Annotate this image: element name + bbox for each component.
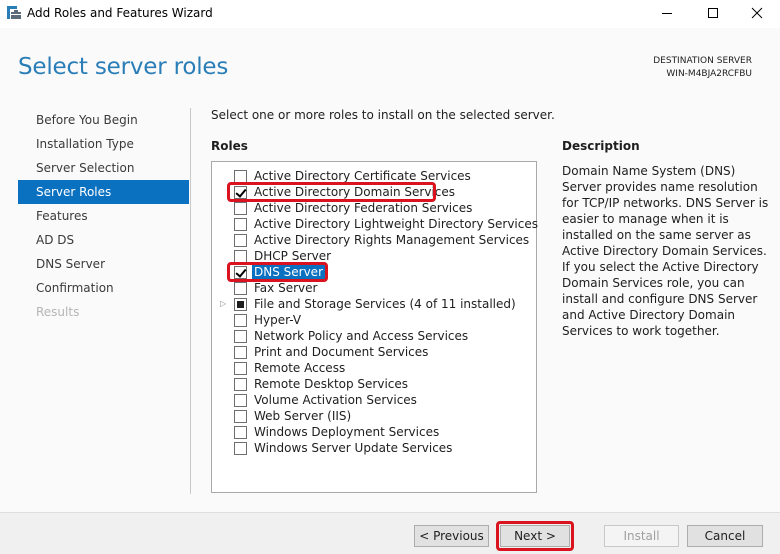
role-label: File and Storage Services (4 of 11 insta… (254, 297, 516, 311)
destination-server-name: WIN-M4BJA2RCFBU (666, 69, 752, 79)
role-item[interactable]: Windows Server Update Services (212, 440, 532, 456)
minimize-icon (661, 7, 673, 22)
role-label: Fax Server (254, 281, 318, 295)
nav-item-confirmation[interactable]: Confirmation (18, 276, 189, 300)
close-icon (751, 7, 763, 22)
close-button[interactable] (734, 0, 780, 28)
nav-divider (190, 108, 191, 494)
nav-item-server-selection[interactable]: Server Selection (18, 156, 189, 180)
roles-list: Active Directory Certificate Services Ac… (211, 161, 538, 493)
destination-server-label: DESTINATION SERVER (653, 56, 752, 66)
role-label: Hyper-V (254, 313, 302, 327)
minimize-button[interactable] (644, 0, 690, 28)
nav-item-installation-type[interactable]: Installation Type (18, 132, 189, 156)
window-title: Add Roles and Features Wizard (27, 6, 213, 20)
role-item[interactable]: Windows Deployment Services (212, 424, 532, 440)
role-label: Active Directory Federation Services (254, 201, 473, 215)
server-manager-icon (6, 5, 22, 21)
checkbox[interactable] (234, 394, 247, 407)
checkbox[interactable] (234, 346, 247, 359)
checkbox[interactable] (234, 426, 247, 439)
role-label: Web Server (IIS) (254, 409, 352, 423)
role-item[interactable]: Remote Desktop Services (212, 376, 532, 392)
highlight-ad-ds (227, 182, 436, 202)
checkbox[interactable] (234, 362, 247, 375)
role-item[interactable]: Remote Access (212, 360, 532, 376)
nav-item-ad-ds[interactable]: AD DS (18, 228, 189, 252)
role-label: Windows Server Update Services (254, 441, 453, 455)
role-label: Remote Access (254, 361, 346, 375)
role-item[interactable]: Active Directory Rights Management Servi… (212, 232, 532, 248)
description-text: Domain Name System (DNS) Server provides… (562, 164, 769, 338)
role-item[interactable]: Hyper-V (212, 312, 532, 328)
role-item[interactable]: Volume Activation Services (212, 392, 532, 408)
title-bar: Add Roles and Features Wizard (0, 0, 780, 28)
checkbox[interactable] (234, 378, 247, 391)
role-item[interactable]: Active Directory Lightweight Directory S… (212, 216, 538, 232)
checkbox[interactable] (234, 234, 247, 247)
role-label: Windows Deployment Services (254, 425, 440, 439)
page-title: Select server roles (18, 54, 229, 80)
destination-server-info: DESTINATION SERVER WIN-M4BJA2RCFBU (653, 55, 752, 81)
role-item[interactable]: Fax Server (212, 280, 532, 296)
checkbox[interactable] (234, 218, 247, 231)
previous-button[interactable]: < Previous (414, 525, 489, 547)
instruction-text: Select one or more roles to install on t… (211, 108, 555, 122)
highlight-next-button (496, 521, 574, 551)
role-item[interactable]: Active Directory Federation Services (212, 200, 532, 216)
checkbox[interactable] (234, 330, 247, 343)
checkbox-partial[interactable] (234, 298, 247, 311)
cancel-button[interactable]: Cancel (687, 525, 763, 547)
nav-item-before-you-begin[interactable]: Before You Begin (18, 108, 189, 132)
checkbox[interactable] (234, 410, 247, 423)
role-item[interactable]: Print and Document Services (212, 344, 532, 360)
role-label: Active Directory Lightweight Directory S… (254, 217, 538, 231)
highlight-dns-server (227, 262, 328, 282)
checkbox[interactable] (234, 282, 247, 295)
description-heading: Description (562, 139, 640, 153)
maximize-icon (707, 7, 719, 22)
role-label: Network Policy and Access Services (254, 329, 469, 343)
role-label: Print and Document Services (254, 345, 429, 359)
role-label: Volume Activation Services (254, 393, 417, 407)
roles-heading: Roles (211, 139, 248, 153)
nav-item-dns-server[interactable]: DNS Server (18, 252, 189, 276)
role-item[interactable]: Network Policy and Access Services (212, 328, 532, 344)
role-label: Remote Desktop Services (254, 377, 409, 391)
maximize-button[interactable] (690, 0, 736, 28)
role-item[interactable]: ▷ File and Storage Services (4 of 11 ins… (212, 296, 532, 312)
checkbox[interactable] (234, 314, 247, 327)
role-item[interactable]: Web Server (IIS) (212, 408, 532, 424)
checkbox[interactable] (234, 202, 247, 215)
nav-item-results: Results (36, 305, 80, 319)
wizard-steps-nav: Before You Begin Installation Type Serve… (18, 108, 189, 324)
checkbox[interactable] (234, 442, 247, 455)
nav-item-features[interactable]: Features (18, 204, 189, 228)
role-label: Active Directory Rights Management Servi… (254, 233, 530, 247)
install-button: Install (604, 525, 679, 547)
expand-arrow-icon[interactable]: ▷ (220, 299, 226, 308)
nav-item-server-roles[interactable]: Server Roles (18, 180, 189, 204)
